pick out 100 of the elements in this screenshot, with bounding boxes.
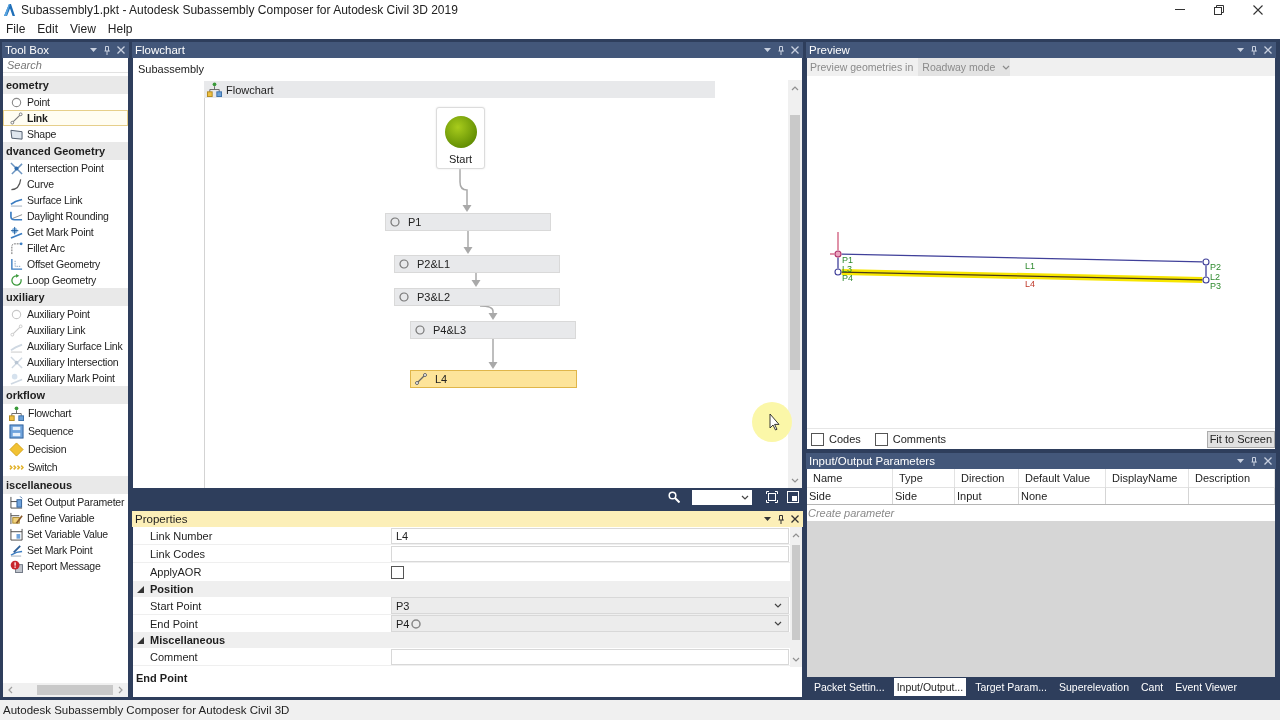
property-dropdown[interactable]: P3 [391,597,789,614]
column-header[interactable]: Description [1189,469,1275,487]
toolbox-item[interactable]: Auxiliary Mark Point [3,370,128,386]
flowchart-node[interactable]: L4 [410,370,577,388]
breadcrumb-link[interactable]: Subassembly [138,63,205,75]
variable-table-icon [10,527,23,541]
chevron-up-icon[interactable] [791,85,799,92]
scrollbar-thumb[interactable] [792,545,800,640]
line-segment-icon [10,111,23,125]
toolbox-item[interactable]: Auxiliary Point [3,306,128,322]
property-label: Link Codes [149,547,207,560]
flowchart-node[interactable]: P4&L3 [410,321,576,339]
flowchart-node[interactable]: P3&L2 [394,288,560,306]
property-input[interactable]: L4 [391,527,789,544]
caret-down-icon[interactable] [90,48,97,52]
point-marker [834,250,842,258]
toolbox-item[interactable]: Daylight Rounding [3,208,128,224]
toolbox-item[interactable]: Switch [3,458,128,476]
toolbox-item[interactable]: Link [3,110,128,126]
toolbox-item[interactable]: Auxiliary Link [3,322,128,338]
toolbox-item[interactable]: Offset Geometry [3,256,128,272]
panel-tab[interactable]: Superelevation [1055,678,1132,696]
menu-item[interactable]: View [64,21,102,37]
chevron-down-icon[interactable] [741,493,749,501]
warning-message-icon [10,559,23,573]
faint-line-icon [10,323,23,337]
parameter-table-icon [10,495,23,509]
toolbox-item[interactable]: Define Variable [3,510,128,526]
column-header[interactable]: Name [807,469,893,487]
toolbox-item[interactable]: Point [3,94,128,110]
column-header[interactable]: Direction [955,469,1019,487]
property-checkbox[interactable] [391,565,404,579]
toolbox-item[interactable]: Set Output Parameter [3,494,128,510]
collapse-triangle-icon[interactable] [136,585,144,593]
toolbox-item[interactable]: Surface Link [3,192,128,208]
toolbox-item[interactable]: Curve [3,176,128,192]
origin-crosshair-icon [829,231,839,255]
chevron-up-icon[interactable] [792,532,800,539]
property-label: Comment [149,650,199,663]
caret-down-icon[interactable] [1237,459,1244,463]
column-header[interactable]: DisplayName [1106,469,1189,487]
chevron-down-icon[interactable] [774,602,782,609]
toolbox-item[interactable]: Shape [3,126,128,142]
toolbox-item[interactable]: Report Message [3,558,128,574]
toolbox-item[interactable]: Auxiliary Intersection [3,354,128,370]
toolbox-item[interactable]: Loop Geometry [3,272,128,288]
start-node[interactable]: Start [436,107,485,169]
zoom-dropdown[interactable] [692,489,752,505]
chevron-down-icon[interactable] [774,620,782,627]
category-label: Miscellaneous [149,634,227,646]
toolbox-item[interactable]: Set Mark Point [3,542,128,558]
flowchart-node[interactable]: P1 [385,213,551,231]
flowchart-node[interactable]: P2&L1 [394,255,560,273]
section-header: uxiliary [3,288,128,306]
collapse-triangle-icon[interactable] [136,636,144,644]
menu-item[interactable]: File [0,21,32,37]
flowchart-icon [207,82,222,97]
scrollbar-thumb[interactable] [790,115,800,370]
scrollbar-thumb[interactable] [37,685,113,695]
fit-to-screen-icon[interactable] [766,491,778,503]
caret-down-icon[interactable] [764,48,771,52]
link-label: L2 [1210,272,1220,282]
toolbox-item[interactable]: Decision [3,440,128,458]
caret-down-icon[interactable] [1237,48,1244,52]
loop-arrow-icon [10,273,23,287]
property-input[interactable] [391,545,789,562]
panel-title: Input/Output Parameters [809,455,935,467]
close-icon[interactable] [791,515,799,523]
property-dropdown[interactable]: P4 [391,615,789,632]
caret-down-icon[interactable] [764,517,771,521]
toolbox-item[interactable]: Auxiliary Surface Link [3,338,128,354]
column-header[interactable]: Type [893,469,955,487]
panel-tab[interactable]: Input/Output... [893,678,967,696]
property-input[interactable] [391,648,789,665]
fit-to-screen-button[interactable]: Fit to Screen [1206,430,1275,448]
restore-icon[interactable] [1214,4,1224,15]
toolbox-item[interactable]: Flowchart [3,404,128,422]
panel-tab[interactable]: Event Viewer [1172,678,1240,696]
toolbox-item[interactable]: Set Variable Value [3,526,128,542]
toolbox-item[interactable]: Sequence [3,422,128,440]
circle-icon [399,259,409,269]
checkbox[interactable] [874,432,888,446]
section-header: eometry [3,76,128,94]
column-header[interactable]: Default Value [1019,469,1106,487]
close-icon[interactable] [1253,4,1263,15]
panel-tab[interactable]: Cant [1138,678,1167,696]
toolbox-item[interactable]: Get Mark Point [3,224,128,240]
toolbox-item[interactable]: Fillet Arc [3,240,128,256]
toolbox-item[interactable]: Intersection Point [3,160,128,176]
overview-icon[interactable] [787,491,799,503]
checkbox[interactable] [811,432,824,446]
link-line[interactable] [840,253,1204,263]
faint-mark-icon [10,371,23,385]
pin-icon[interactable] [778,514,784,524]
panel-tab[interactable]: Packet Settin... [811,678,888,696]
search-field[interactable]: Search [3,58,128,73]
search-icon[interactable] [668,491,680,503]
menu-item[interactable]: Edit [31,21,65,37]
panel-tab[interactable]: Target Param... [972,678,1050,696]
menu-item[interactable]: Help [101,21,139,37]
